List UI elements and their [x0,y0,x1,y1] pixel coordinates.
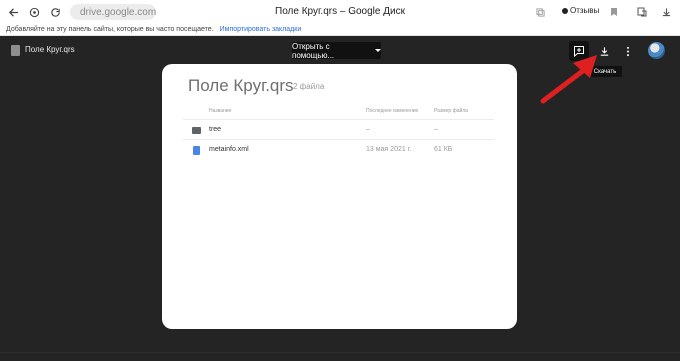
reviews-label: Отзывы [570,6,600,15]
folder-icon [192,127,201,134]
download-button[interactable] [594,41,614,61]
viewer-bottom-edge [0,352,680,353]
row-size: – [434,126,438,133]
browser-toolbar: drive.google.com Поле Круг.qrs – Google … [0,0,680,24]
row-name: tree [209,126,222,133]
open-with-button[interactable]: Открыть с помощью... [292,41,381,60]
row-name: metainfo.xml [209,146,249,153]
file-icon [11,45,20,56]
more-options-button[interactable] [618,41,638,61]
chat-icon [562,7,568,14]
archive-title: Поле Круг.qrs [188,76,294,95]
drive-file-viewer: Поле Круг.qrs Открыть с помощью... Скача… [0,36,680,361]
account-avatar[interactable] [648,42,665,59]
viewer-header: Поле Круг.qrs Открыть с помощью... [0,36,680,66]
bookmark-icon[interactable] [610,4,618,20]
open-with-label: Открыть с помощью... [292,41,335,60]
reviews-button[interactable]: Отзывы [562,6,599,15]
import-bookmarks-link[interactable]: Импортировать закладки [220,26,302,33]
page-title: Поле Круг.qrs – Google Диск [275,6,405,17]
add-comment-button[interactable] [569,41,589,61]
download-tooltip: Скачать [588,66,622,77]
url-text: drive.google.com [80,6,157,18]
translate-icon[interactable] [536,4,545,20]
yandex-protect-icon[interactable] [25,3,43,21]
reload-icon[interactable] [46,3,64,21]
bookmarks-bar: Добавляйте на эту панель сайты, которые … [0,24,680,36]
folder-preview-card: Поле Круг.qrs 2 файла Название Последнее… [162,64,517,329]
address-bar[interactable]: drive.google.com [70,4,156,20]
row-modified: 13 мая 2021 г. [366,146,412,153]
header-size: Размер файла [434,107,468,114]
row-size: 61 КБ [434,146,453,153]
add-comment-icon [574,46,584,57]
table-row[interactable]: tree – – [183,119,494,139]
table-row[interactable]: metainfo.xml 13 мая 2021 г. 61 КБ [183,139,494,159]
caret-down-icon [375,49,381,52]
file-count: 2 файла [293,82,325,91]
file-table: Название Последнее изменение Размер файл… [183,102,494,159]
xml-file-icon [193,146,200,155]
collections-icon[interactable] [637,4,647,20]
header-modified: Последнее изменение [366,107,419,114]
header-name: Название [209,107,232,114]
row-modified: – [366,126,370,133]
back-icon[interactable] [4,3,22,21]
bookmarks-prompt: Добавляйте на эту панель сайты, которые … [6,26,214,33]
download-icon [600,46,608,56]
more-vert-icon [626,46,630,56]
table-header: Название Последнее изменение Размер файл… [183,102,494,119]
downloads-icon[interactable] [662,4,671,20]
viewer-file-name: Поле Круг.qrs [25,45,75,54]
